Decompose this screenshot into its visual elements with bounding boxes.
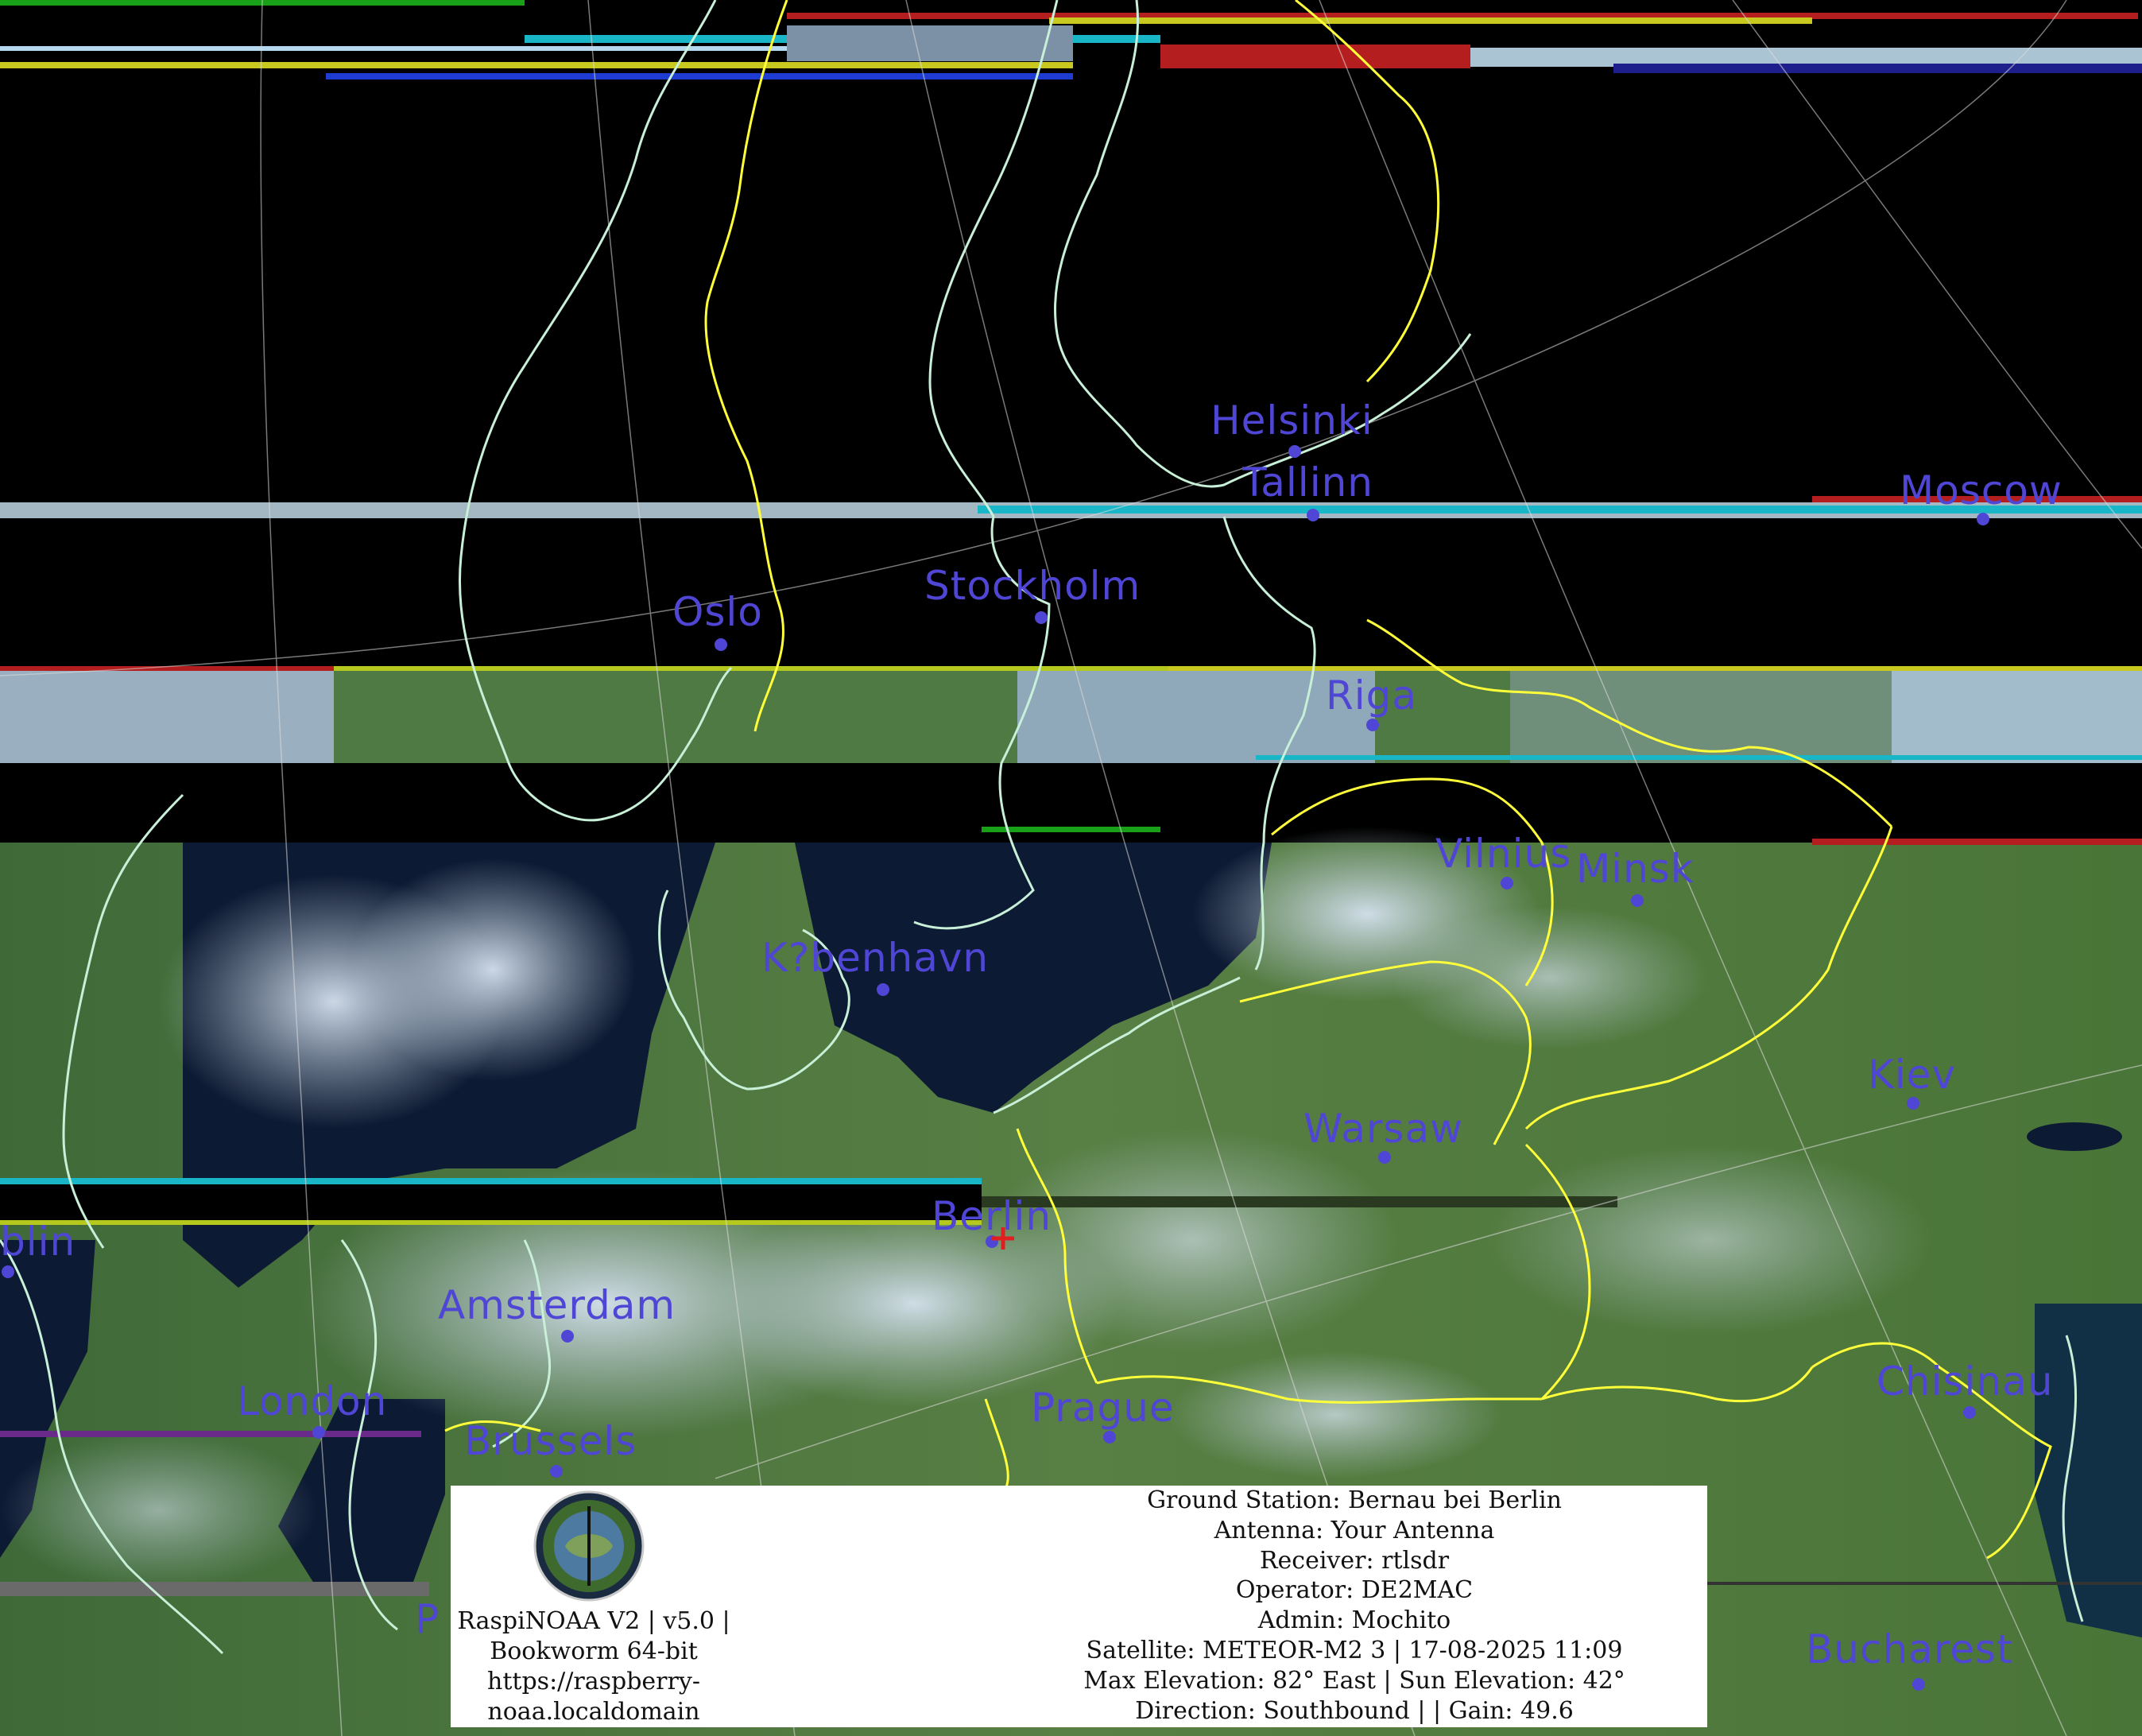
city-marker-london (312, 1426, 325, 1439)
city-label-amsterdam: Amsterdam (438, 1282, 676, 1328)
direction-line: Direction: Southbound | | Gain: 49.6 (1135, 1696, 1574, 1725)
city-label-k-benhavn: K?benhavn (761, 935, 990, 981)
city-label-stockholm: Stockholm (924, 563, 1141, 609)
city-marker-bucharest (1912, 1678, 1925, 1691)
raspinoaa-emblem-icon (533, 1490, 645, 1602)
city-label-warsaw: Warsaw (1303, 1106, 1464, 1152)
admin-line: Admin: Mochito (1257, 1606, 1451, 1635)
city-label-helsinki: Helsinki (1210, 397, 1373, 444)
footer-line-4: noaa.localdomain (487, 1698, 700, 1726)
city-label-brussels: Brussels (464, 1418, 637, 1464)
city-label-kiev: Kiev (1868, 1052, 1957, 1098)
receiver-line: Receiver: rtlsdr (1259, 1546, 1450, 1575)
elevation-line: Max Elevation: 82° East | Sun Elevation:… (1083, 1666, 1625, 1695)
footer-left-text: RaspiNOAA V2 | v5.0 | Bookworm 64-bit ht… (451, 1606, 737, 1727)
city-marker-brussels (550, 1465, 563, 1478)
city-marker-helsinki (1288, 445, 1301, 458)
operator-line: Operator: DE2MAC (1235, 1576, 1474, 1605)
city-marker-chisinau (1963, 1406, 1976, 1419)
city-label-vilnius: Vilnius (1435, 831, 1572, 877)
station-info: Ground Station: Bernau bei Berlin Antenn… (1005, 1486, 1704, 1726)
footer-line-1: RaspiNOAA V2 | v5.0 | (457, 1607, 730, 1635)
satellite-line: Satellite: METEOR-M2 3 | 17-08-2025 11:0… (1086, 1636, 1623, 1664)
antenna-line: Antenna: Your Antenna (1214, 1516, 1495, 1544)
city-marker-prague (1103, 1431, 1116, 1443)
city-marker-stockholm (1035, 611, 1048, 624)
strip-imagery (0, 666, 2142, 763)
ground-station-line: Ground Station: Bernau bei Berlin (1147, 1486, 1562, 1514)
city-marker-warsaw (1378, 1151, 1391, 1164)
city-marker-vilnius (1501, 877, 1513, 889)
city-label-riga: Riga (1326, 672, 1418, 719)
info-panel: RaspiNOAA V2 | v5.0 | Bookworm 64-bit ht… (451, 1486, 1707, 1727)
city-label-bucharest: Bucharest (1806, 1626, 2013, 1672)
satellite-image: Helsinki Tallinn Moscow Oslo Stockholm Riga Vi… (0, 0, 2142, 1736)
map-imagery (0, 0, 2142, 1736)
city-label-prague: Prague (1031, 1385, 1175, 1431)
footer-line-3: https://raspberry- (487, 1668, 700, 1695)
city-marker-kiev (1907, 1097, 1919, 1110)
city-label-oslo: Oslo (672, 589, 763, 635)
city-marker-amsterdam (561, 1330, 574, 1343)
city-marker-blin (2, 1265, 14, 1278)
city-marker-k-benhavn (877, 983, 889, 996)
city-marker-moscow (1977, 513, 1989, 525)
city-marker-oslo (715, 638, 727, 651)
city-label-blin: blin (0, 1219, 76, 1265)
city-marker-tallinn (1307, 509, 1319, 521)
city-label-chisinau: Chisinau (1877, 1358, 2054, 1405)
red-cross-icon (992, 1227, 1014, 1250)
city-marker-minsk (1631, 894, 1644, 907)
city-label-tallinn: Tallinn (1242, 459, 1373, 506)
city-marker-riga (1366, 719, 1379, 731)
city-label-minsk: Minsk (1576, 846, 1695, 892)
footer-line-2: Bookworm 64-bit (490, 1637, 698, 1665)
city-label-london: London (237, 1378, 388, 1424)
city-label-moscow: Moscow (1900, 467, 2063, 513)
city-label-p: P (415, 1596, 440, 1642)
